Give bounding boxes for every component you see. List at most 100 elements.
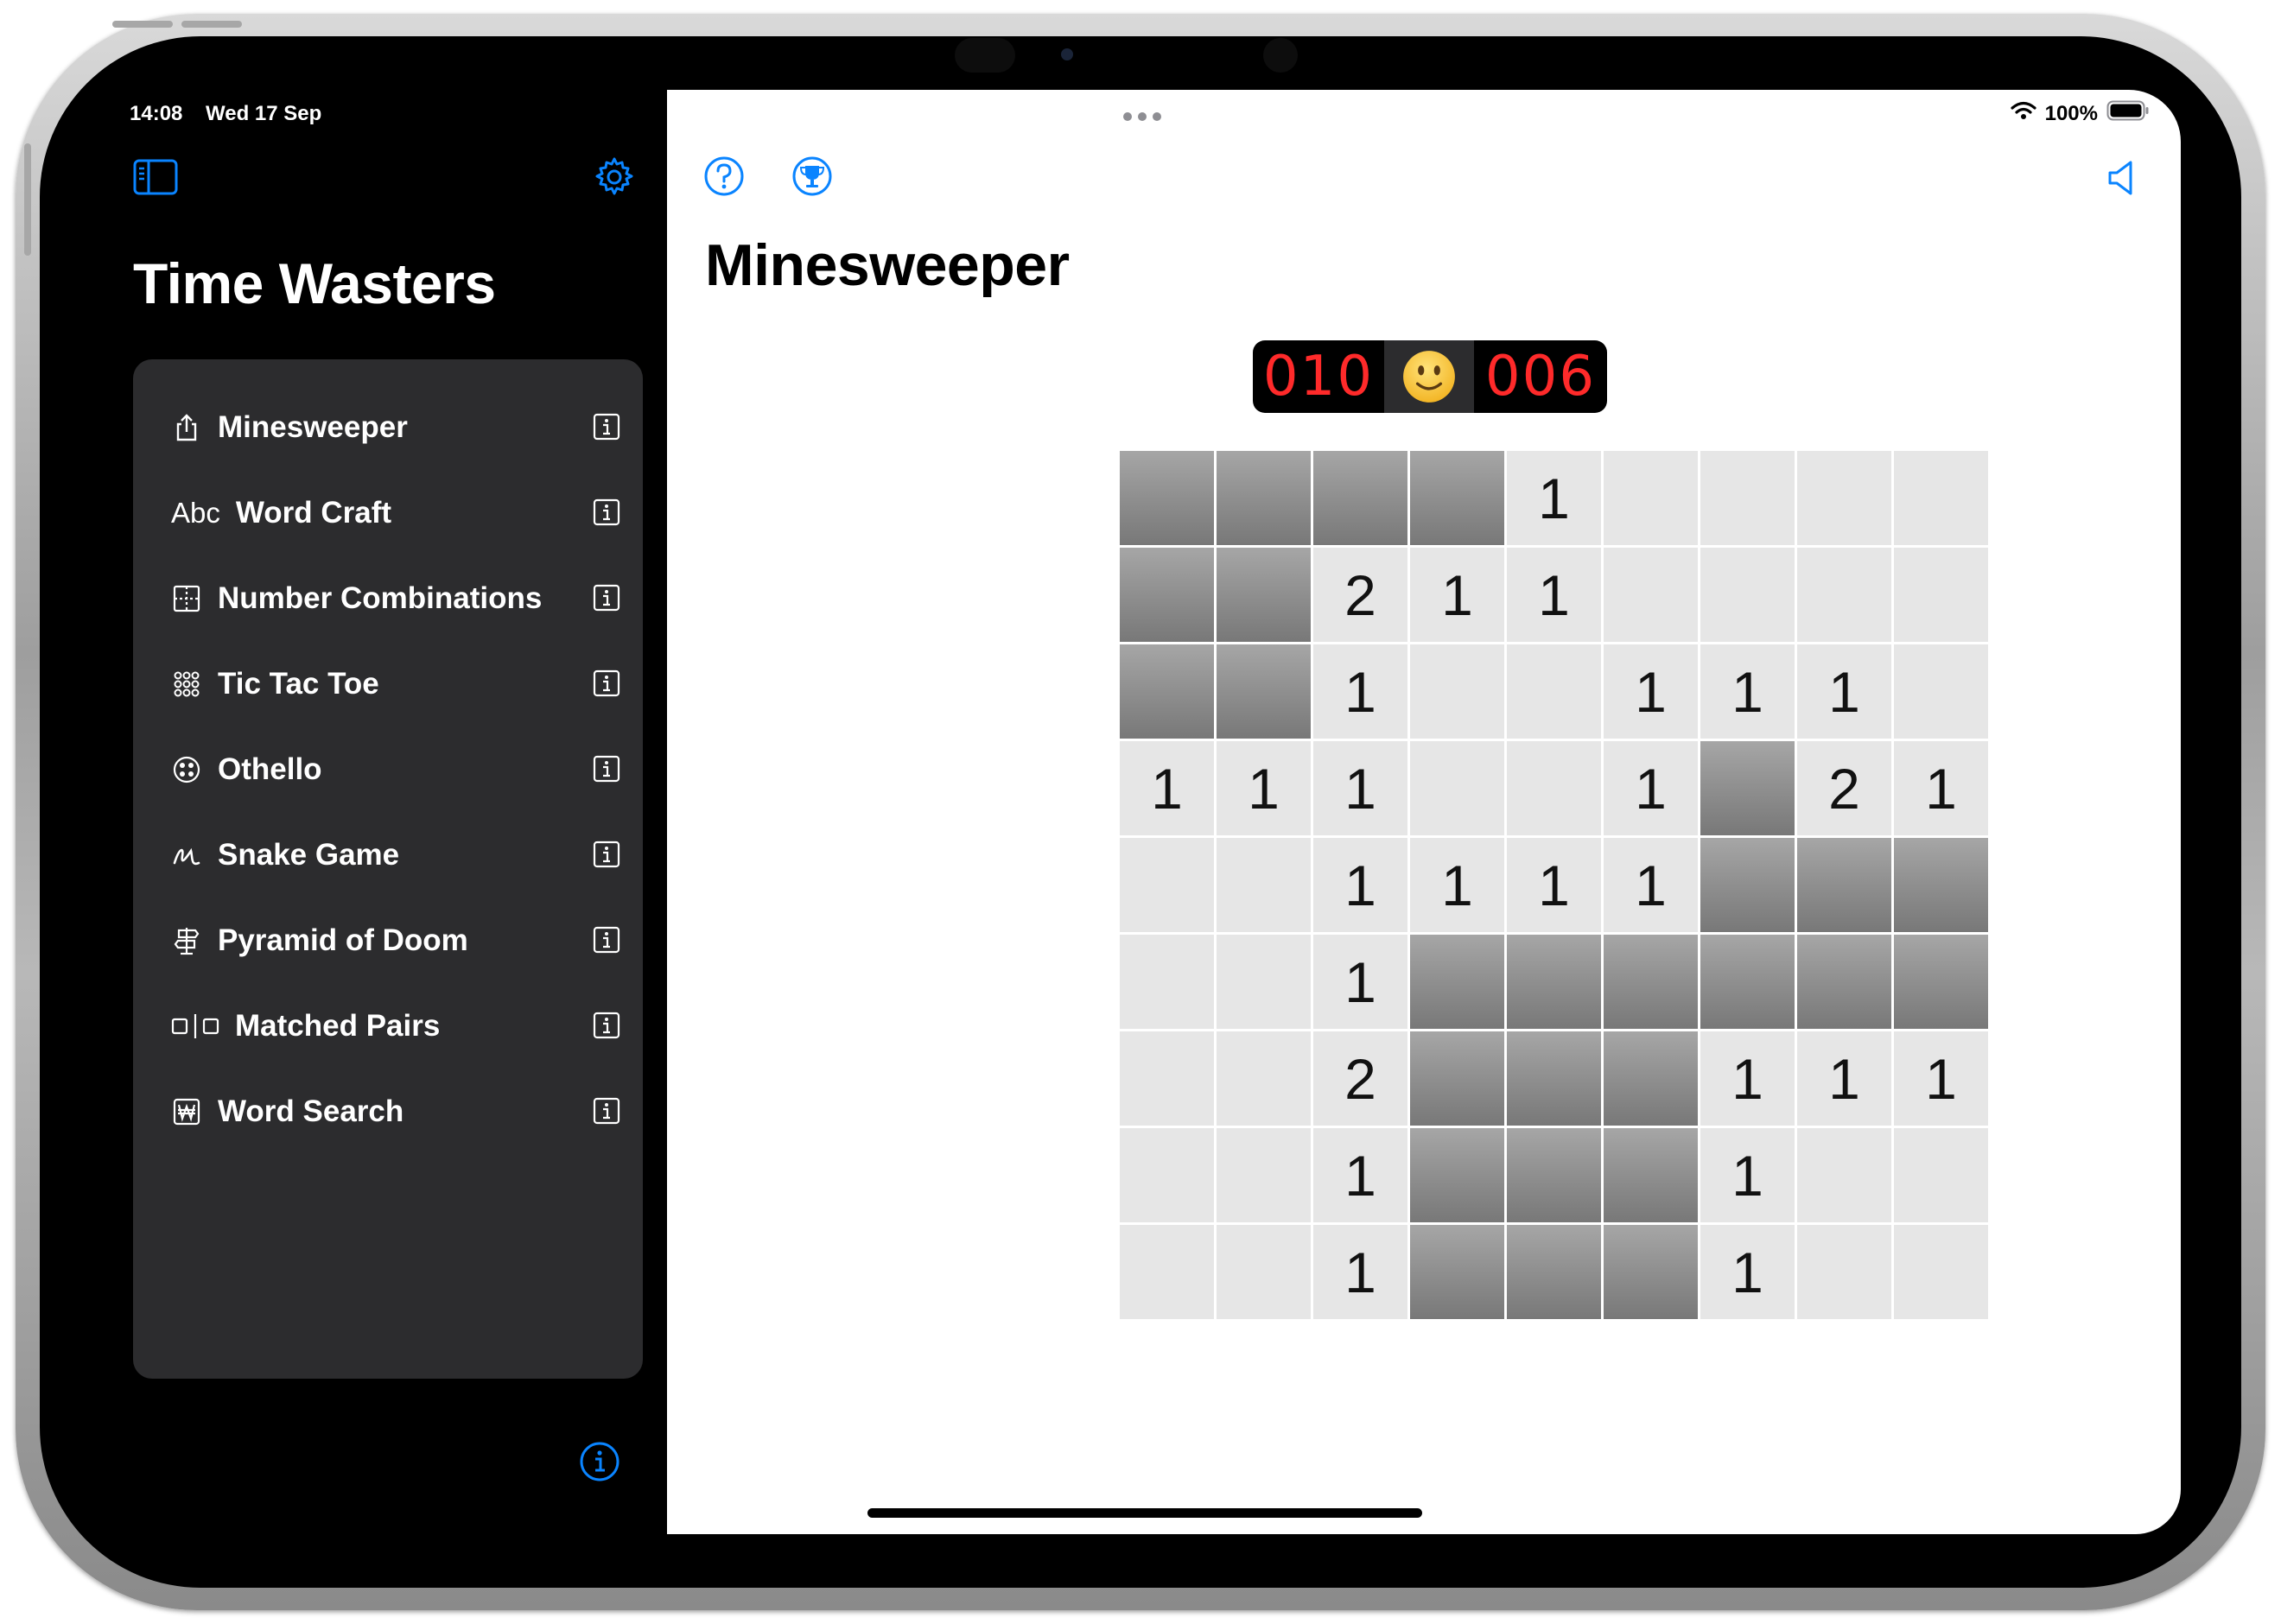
sidebar-item-pyramid-of-doom[interactable]: Pyramid of Doom [171,910,620,971]
info-circle-icon[interactable] [579,1441,620,1482]
revealed-cell[interactable] [1700,451,1795,545]
revealed-cell[interactable]: 2 [1797,741,1891,835]
revealed-cell[interactable] [1120,838,1214,932]
revealed-cell[interactable] [1797,1225,1891,1319]
revealed-cell[interactable] [1507,644,1601,739]
revealed-cell[interactable] [1120,1031,1214,1126]
revealed-cell[interactable] [1120,1225,1214,1319]
revealed-cell[interactable]: 1 [1700,1225,1795,1319]
covered-cell[interactable] [1700,741,1795,835]
help-icon[interactable] [703,155,745,197]
revealed-cell[interactable] [1217,1225,1311,1319]
covered-cell[interactable] [1410,1128,1504,1222]
covered-cell[interactable] [1604,1031,1698,1126]
revealed-cell[interactable] [1797,1128,1891,1222]
revealed-cell[interactable]: 1 [1700,1031,1795,1126]
revealed-cell[interactable] [1894,1225,1988,1319]
sidebar-item-number-combinations[interactable]: Number Combinations [171,568,620,629]
revealed-cell[interactable]: 1 [1797,1031,1891,1126]
sidebar-item-matched-pairs[interactable]: Matched Pairs [171,996,620,1056]
info-icon[interactable] [593,841,620,868]
revealed-cell[interactable]: 1 [1700,1128,1795,1222]
info-icon[interactable] [593,926,620,954]
covered-cell[interactable] [1894,935,1988,1029]
revealed-cell[interactable]: 1 [1797,644,1891,739]
revealed-cell[interactable]: 1 [1217,741,1311,835]
info-icon[interactable] [593,1097,620,1125]
revealed-cell[interactable] [1797,451,1891,545]
info-icon[interactable] [593,1012,620,1039]
covered-cell[interactable] [1217,548,1311,642]
covered-cell[interactable] [1313,451,1407,545]
sidebar-item-tic-tac-toe[interactable]: Tic Tac Toe [171,654,620,714]
revealed-cell[interactable]: 1 [1313,838,1407,932]
info-icon[interactable] [593,669,620,697]
revealed-cell[interactable]: 1 [1313,935,1407,1029]
revealed-cell[interactable]: 1 [1313,741,1407,835]
covered-cell[interactable] [1507,1225,1601,1319]
covered-cell[interactable] [1700,838,1795,932]
covered-cell[interactable] [1410,935,1504,1029]
revealed-cell[interactable] [1217,935,1311,1029]
revealed-cell[interactable] [1120,935,1214,1029]
covered-cell[interactable] [1120,548,1214,642]
revealed-cell[interactable]: 1 [1604,644,1698,739]
covered-cell[interactable] [1604,1128,1698,1222]
speaker-icon[interactable] [2105,157,2143,199]
covered-cell[interactable] [1700,935,1795,1029]
revealed-cell[interactable] [1700,548,1795,642]
revealed-cell[interactable]: 1 [1507,548,1601,642]
revealed-cell[interactable] [1894,451,1988,545]
covered-cell[interactable] [1410,1225,1504,1319]
sidebar-item-minesweeper[interactable]: Minesweeper [171,397,620,458]
revealed-cell[interactable] [1894,644,1988,739]
revealed-cell[interactable]: 1 [1894,1031,1988,1126]
revealed-cell[interactable]: 1 [1313,1128,1407,1222]
revealed-cell[interactable]: 2 [1313,1031,1407,1126]
revealed-cell[interactable]: 1 [1700,644,1795,739]
reset-button[interactable] [1384,340,1474,413]
revealed-cell[interactable]: 1 [1604,741,1698,835]
info-icon[interactable] [593,584,620,612]
sidebar-item-word-craft[interactable]: Abc Word Craft [171,483,620,543]
covered-cell[interactable] [1604,935,1698,1029]
covered-cell[interactable] [1120,451,1214,545]
covered-cell[interactable] [1894,838,1988,932]
info-icon[interactable] [593,498,620,526]
covered-cell[interactable] [1507,935,1601,1029]
covered-cell[interactable] [1797,838,1891,932]
revealed-cell[interactable] [1507,741,1601,835]
sidebar-item-othello[interactable]: Othello [171,739,620,800]
revealed-cell[interactable]: 1 [1507,838,1601,932]
revealed-cell[interactable] [1410,741,1504,835]
covered-cell[interactable] [1507,1031,1601,1126]
revealed-cell[interactable] [1217,1031,1311,1126]
covered-cell[interactable] [1797,935,1891,1029]
info-icon[interactable] [593,755,620,783]
revealed-cell[interactable] [1604,451,1698,545]
sidebar-item-snake-game[interactable]: Snake Game [171,825,620,885]
revealed-cell[interactable]: 1 [1507,451,1601,545]
revealed-cell[interactable] [1120,1128,1214,1222]
revealed-cell[interactable]: 1 [1313,1225,1407,1319]
covered-cell[interactable] [1410,1031,1504,1126]
revealed-cell[interactable]: 1 [1313,644,1407,739]
revealed-cell[interactable]: 1 [1410,548,1504,642]
revealed-cell[interactable] [1797,548,1891,642]
revealed-cell[interactable]: 1 [1894,741,1988,835]
revealed-cell[interactable]: 1 [1410,838,1504,932]
revealed-cell[interactable] [1604,548,1698,642]
revealed-cell[interactable] [1217,838,1311,932]
covered-cell[interactable] [1507,1128,1601,1222]
revealed-cell[interactable] [1410,644,1504,739]
revealed-cell[interactable] [1217,1128,1311,1222]
covered-cell[interactable] [1120,644,1214,739]
info-icon[interactable] [593,413,620,441]
revealed-cell[interactable] [1894,1128,1988,1222]
revealed-cell[interactable]: 1 [1604,838,1698,932]
covered-cell[interactable] [1217,644,1311,739]
gear-icon[interactable] [593,155,636,199]
revealed-cell[interactable] [1894,548,1988,642]
revealed-cell[interactable]: 1 [1120,741,1214,835]
sidebar-item-word-search[interactable]: Word Search [171,1082,620,1142]
